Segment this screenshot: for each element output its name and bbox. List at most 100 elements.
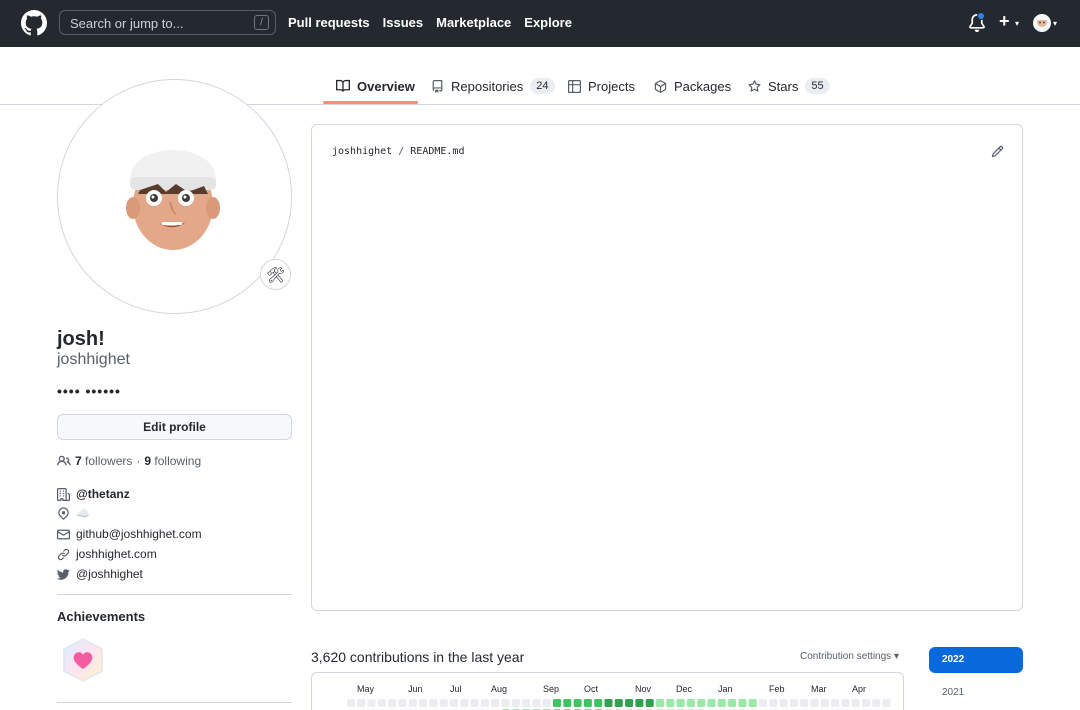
create-caret-icon[interactable]: ▾ [1015, 19, 1019, 28]
month-label: Sep [543, 684, 560, 694]
year-2021-button[interactable]: 2021 [942, 687, 964, 698]
tab-stars[interactable]: Stars 55 [748, 76, 830, 96]
month-label: Feb [769, 684, 785, 694]
tab-packages-label: Packages [674, 78, 732, 94]
contribution-day-cell [542, 699, 551, 707]
achievement-heart-badge-icon[interactable] [62, 638, 104, 682]
nav-explore[interactable]: Explore [524, 15, 572, 30]
follow-stats: 7 followers · 9 following [57, 454, 201, 468]
edit-profile-button[interactable]: Edit profile [57, 414, 292, 440]
contribution-day-cell [357, 699, 366, 707]
contribution-day-cell [398, 699, 407, 707]
contribution-day-cell [563, 699, 572, 707]
readme-file-link[interactable]: README.md [410, 146, 464, 157]
followers-link[interactable]: 7 followers [75, 454, 132, 468]
people-icon [57, 455, 71, 466]
contribution-day-cell [666, 699, 675, 707]
organization-icon [57, 487, 70, 501]
twitter-bird-icon [57, 568, 70, 580]
stars-count-badge: 55 [805, 78, 830, 94]
profile-avatar[interactable] [57, 79, 292, 314]
tab-overview[interactable]: Overview [336, 76, 415, 96]
company-link[interactable]: @thetanz [76, 487, 130, 501]
contribution-day-cell [882, 699, 891, 707]
link-icon [57, 548, 70, 560]
user-menu-caret-icon[interactable]: ▾ [1053, 19, 1057, 28]
tools-status-icon: 🛠 [265, 266, 286, 284]
contribution-day-cell [738, 699, 747, 707]
contribution-day-cell [347, 699, 355, 707]
tab-projects[interactable]: Projects [568, 76, 635, 96]
nav-issues[interactable]: Issues [383, 15, 423, 30]
search-input[interactable]: Search or jump to... / [59, 10, 276, 35]
email-link[interactable]: github@joshhighet.com [76, 527, 202, 541]
profile-display-name: josh! [57, 328, 105, 350]
profile-website: joshhighet.com [57, 547, 157, 561]
contribution-day-cell [789, 699, 798, 707]
contribution-day-cell [470, 699, 479, 707]
website-link[interactable]: joshhighet.com [76, 547, 157, 561]
readme-owner-link[interactable]: joshhighet [332, 146, 392, 157]
contribution-day-cell [553, 699, 561, 707]
status-emoji-button[interactable]: 🛠 [260, 259, 291, 290]
following-label: following [154, 454, 202, 468]
following-link[interactable]: 9 following [144, 454, 201, 468]
contributions-summary: 3,620 contributions in the last year [311, 649, 525, 665]
contribution-day-cell [388, 699, 397, 707]
contribution-day-cell [439, 699, 448, 707]
contribution-day-cell [625, 699, 634, 707]
contribution-day-cell [717, 699, 726, 707]
month-label: Nov [635, 684, 652, 694]
create-new-plus-icon[interactable]: + [999, 11, 1010, 32]
tab-packages[interactable]: Packages [654, 76, 731, 96]
selected-tab-underline [323, 101, 418, 104]
global-nav: Pull requests Issues Marketplace Explore [288, 15, 572, 30]
contribution-day-cell [511, 699, 520, 707]
month-label: Oct [584, 684, 599, 694]
unread-indicator [977, 12, 985, 20]
contribution-settings-dropdown[interactable]: Contribution settings ▾ [800, 651, 899, 662]
nav-marketplace[interactable]: Marketplace [436, 15, 511, 30]
tab-repositories[interactable]: Repositories 24 [431, 76, 555, 96]
contribution-day-cell [831, 699, 840, 707]
contribution-day-cell [686, 699, 695, 707]
contribution-day-cell [614, 699, 623, 707]
following-count: 9 [144, 454, 152, 468]
contribution-day-cell [645, 699, 654, 707]
star-icon [748, 79, 761, 92]
contribution-day-cell [522, 699, 531, 707]
graph-month-labels: May Jun Jul Aug Sep Oct Nov Dec Jan Feb … [312, 684, 903, 696]
mail-icon [57, 529, 70, 539]
contribution-day-cell [676, 699, 685, 707]
followers-label: followers [85, 454, 133, 468]
contribution-day-cell [501, 699, 510, 707]
sidebar-divider [57, 594, 292, 595]
edit-pencil-icon[interactable] [991, 145, 1004, 158]
repositories-count-badge: 24 [530, 78, 555, 94]
contribution-day-cell [594, 699, 603, 707]
readme-card: joshhighet / README.md [311, 124, 1023, 611]
contribution-day-cell [728, 699, 737, 707]
nav-pull-requests[interactable]: Pull requests [288, 15, 370, 30]
github-logo-icon[interactable] [21, 10, 47, 36]
tab-stars-label: Stars [768, 78, 799, 94]
repo-icon [432, 79, 443, 93]
contribution-day-cell [408, 699, 417, 707]
contribution-day-cell [450, 699, 458, 707]
tab-overview-label: Overview [357, 78, 415, 94]
year-2022-button[interactable]: 2022 [929, 647, 1023, 673]
search-placeholder: Search or jump to... [70, 16, 184, 31]
twitter-link[interactable]: @joshhighet [76, 567, 143, 581]
month-label: May [357, 684, 375, 694]
contribution-day-cell [872, 699, 881, 707]
contribution-graph: May Jun Jul Aug Sep Oct Nov Dec Jan Feb … [311, 672, 904, 710]
contribution-day-cell [480, 699, 489, 707]
contribution-day-cell [377, 699, 386, 707]
contribution-day-cell [697, 699, 706, 707]
contribution-day-cell [769, 699, 778, 707]
user-avatar-menu[interactable] [1033, 14, 1051, 32]
contribution-day-cell [759, 699, 767, 707]
tab-repositories-label: Repositories [451, 78, 524, 94]
contribution-day-cell [635, 699, 644, 707]
contribution-day-cell [573, 699, 582, 707]
